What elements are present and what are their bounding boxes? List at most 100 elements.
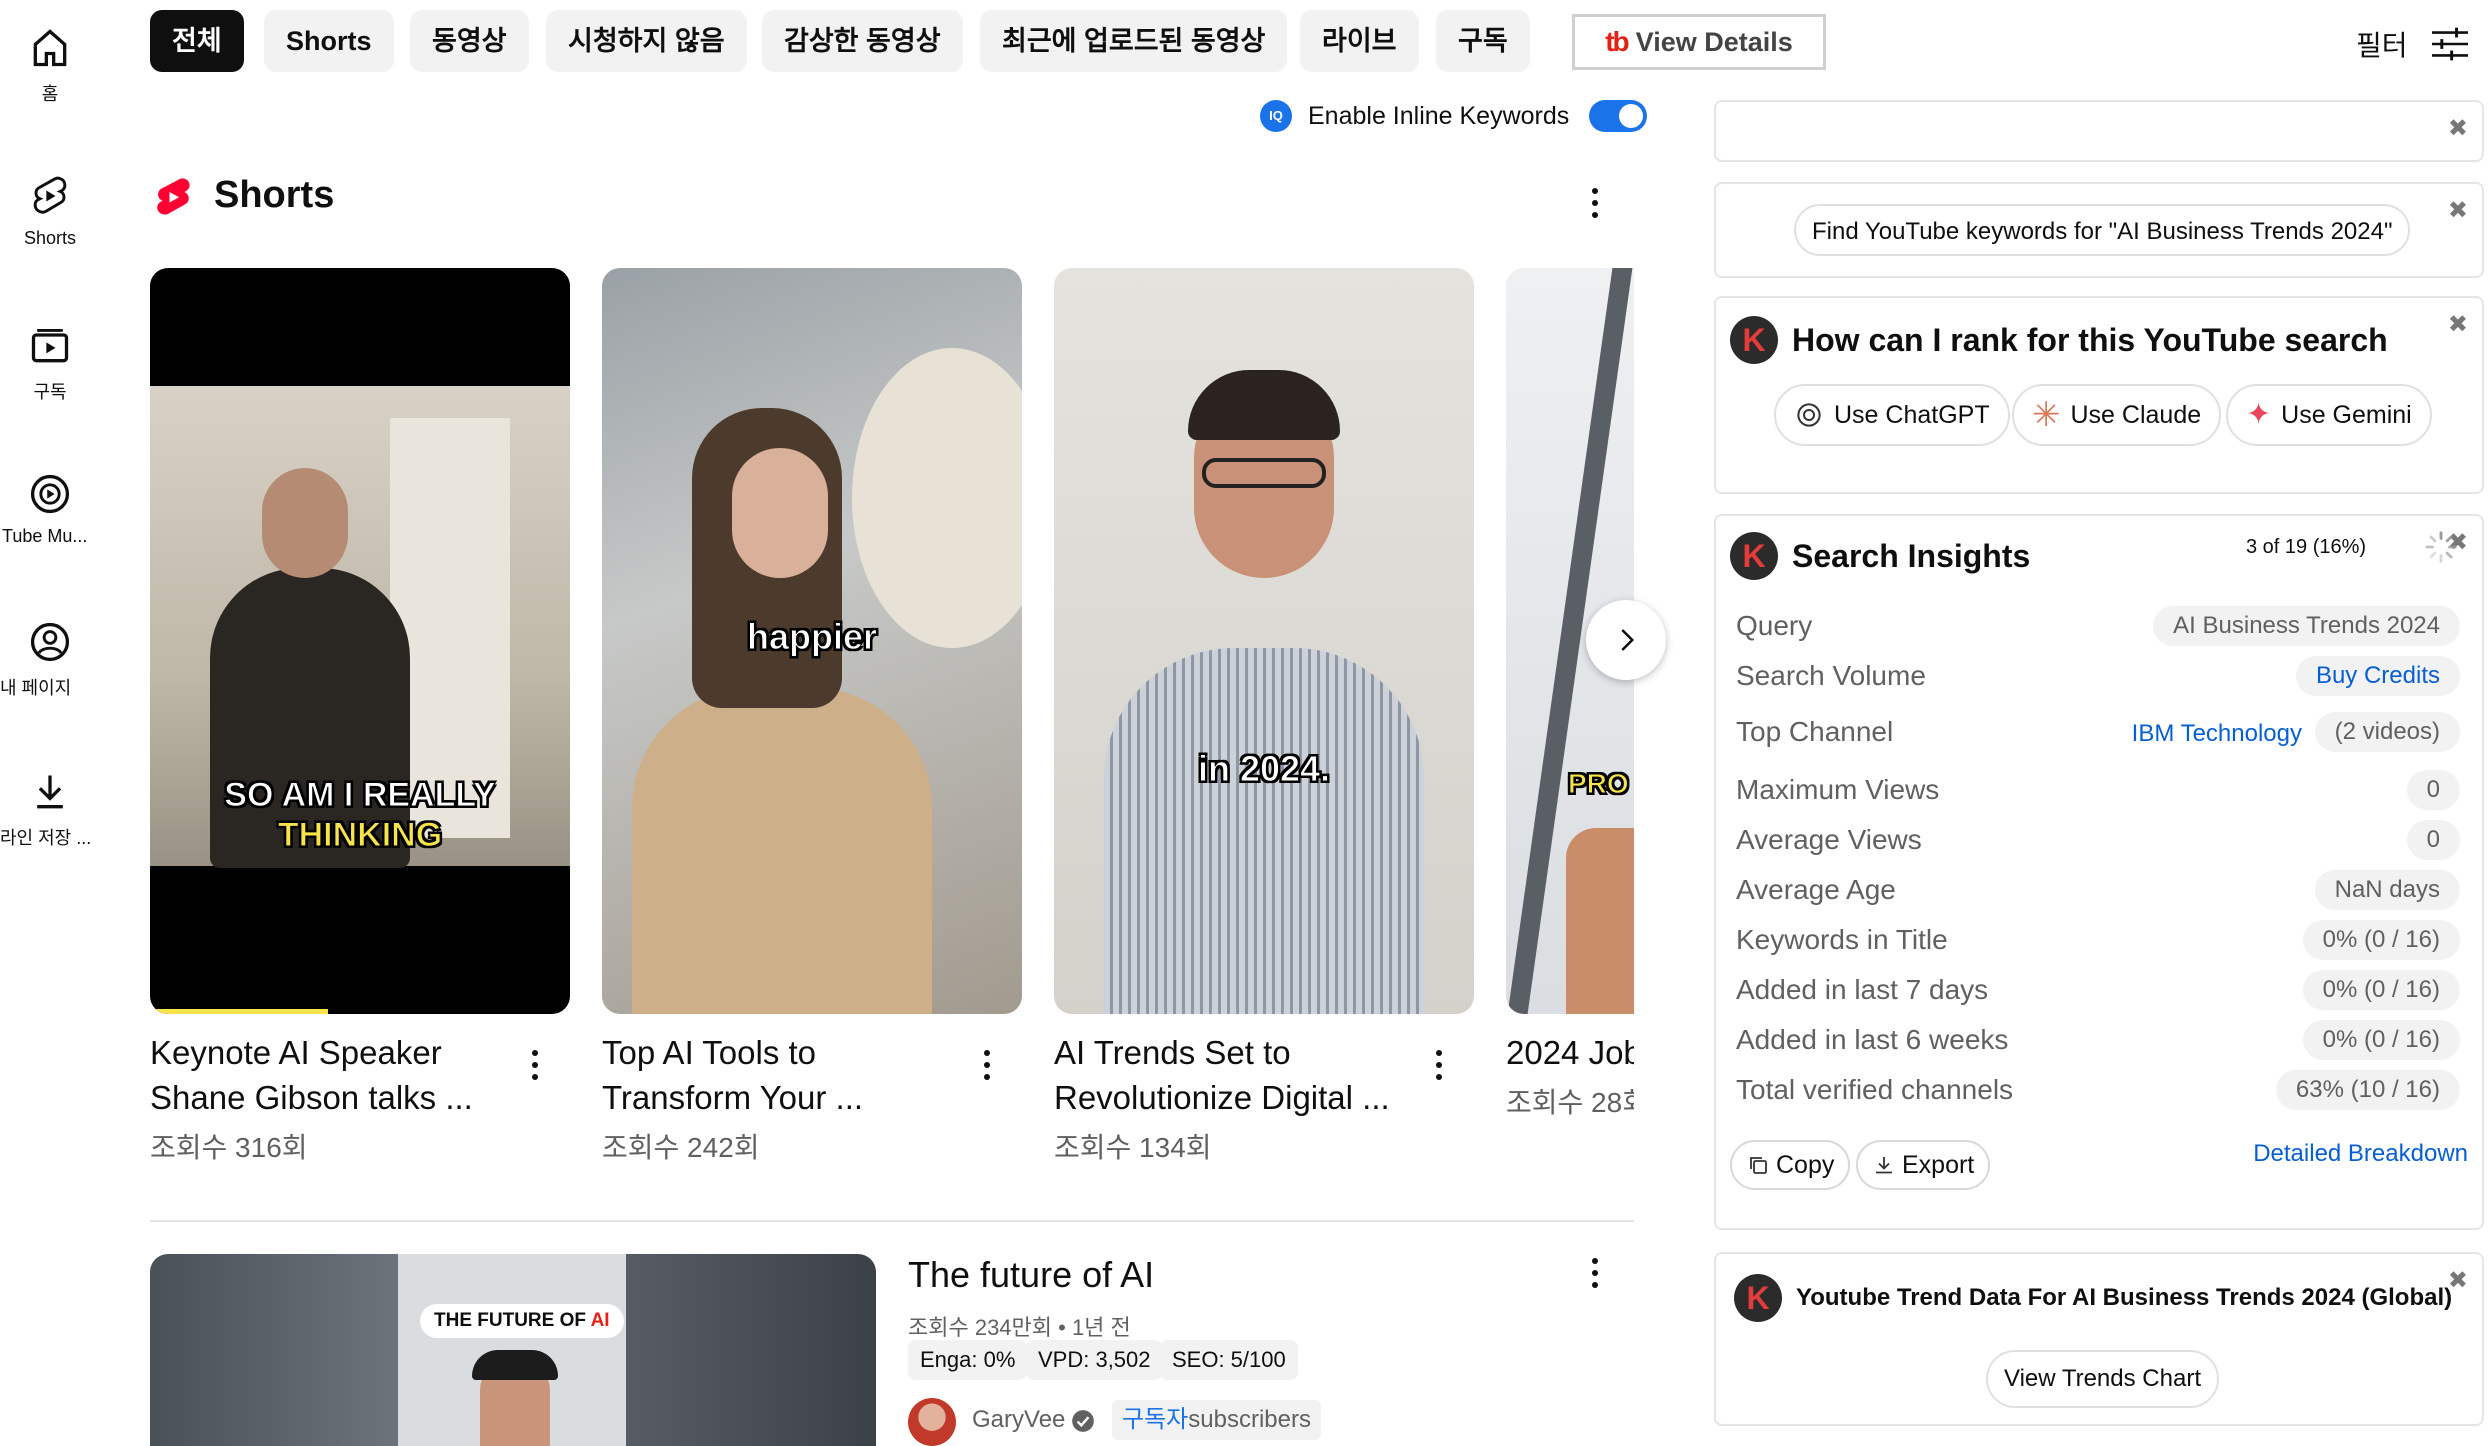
short-title-3[interactable]: AI Trends Set to Revolutionize Digital .… [1054,1030,1414,1120]
loading-spinner-icon [2425,531,2457,563]
short-menu-button-1[interactable] [530,1050,540,1086]
chip-recent[interactable]: 최근에 업로드된 동영상 [980,10,1288,72]
short-caption-4: PRO [1568,768,1630,800]
view-details-label: View Details [1635,26,1793,57]
chip-watched[interactable]: 감상한 동영상 [762,10,963,72]
close-icon[interactable]: ✖ [2448,310,2468,339]
account-icon [30,622,70,662]
section-divider [150,1220,1634,1222]
chip-videos[interactable]: 동영상 [410,10,529,72]
export-label: Export [1902,1150,1975,1179]
chevron-right-icon [1621,629,1635,651]
keywords-panel: ✖ Find YouTube keywords for "AI Business… [1714,182,2484,278]
use-chatgpt-button[interactable]: Use ChatGPT [1774,384,2010,446]
top-channel-link[interactable]: IBM Technology [2132,720,2302,748]
chip-shorts[interactable]: Shorts [264,10,394,72]
nav-downloads-label: 라인 저장 ... [0,828,92,848]
short-title-2[interactable]: Top AI Tools to Transform Your ... [602,1030,962,1120]
use-claude-label: Use Claude [2070,400,2202,429]
chip-all[interactable]: 전체 [150,10,244,72]
use-gemini-label: Use Gemini [2281,400,2412,429]
nav-music[interactable]: Tube Mu... [0,472,100,547]
buy-credits-button[interactable]: Buy Credits [2295,656,2460,696]
subscriptions-icon [31,328,69,363]
insight-label-keywords-title: Keywords in Title [1736,924,1948,955]
shorts-next-button[interactable] [1586,600,1666,680]
short-title-4[interactable]: 2024 Job Trends U [1506,1030,1634,1075]
view-details-button[interactable]: tb View Details [1572,14,1826,70]
copy-button[interactable]: Copy [1730,1140,1851,1190]
nav-account[interactable]: 내 페이지 [0,620,100,700]
k-logo-icon: K [1734,1274,1782,1322]
export-button[interactable]: Export [1856,1140,1991,1190]
insights-title: Search Insights [1792,538,2031,574]
find-keywords-button[interactable]: Find YouTube keywords for "AI Business T… [1794,204,2411,256]
insight-label-verified: Total verified channels [1736,1074,2014,1105]
insight-label-max-views: Maximum Views [1736,774,1940,805]
short-caption-2: happier [746,616,878,658]
channel-name[interactable]: GaryVee [972,1406,1065,1434]
view-trends-chart-button[interactable]: View Trends Chart [1986,1350,2219,1408]
nav-subscriptions[interactable]: 구독 [0,324,100,404]
trends-panel: ✖ K Youtube Trend Data For AI Business T… [1714,1252,2484,1426]
short-views-1: 조회수 316회 [150,1132,308,1163]
short-title-1[interactable]: Keynote AI Speaker Shane Gibson talks ..… [150,1030,510,1120]
short-caption-1a: SO AM I REALLY [224,776,496,815]
short-caption-1b: THINKING [277,816,443,855]
short-menu-button-3[interactable] [1434,1050,1444,1086]
subscriber-label-ko: 구독자 [1122,1406,1189,1433]
nav-downloads[interactable]: 라인 저장 ... [0,770,100,850]
detailed-breakdown-link[interactable]: Detailed Breakdown [2253,1140,2468,1168]
short-menu-button-2[interactable] [982,1050,992,1086]
video-tag-vpd: VPD: 3,502 [1026,1340,1163,1380]
video-thumb-caption-b: AI [590,1310,610,1331]
download-icon [37,775,63,809]
insight-value-top-channel: (2 videos) [2314,712,2460,752]
short-thumbnail-1[interactable]: SO AM I REALLY THINKING [150,268,570,1014]
insight-value-last-6-weeks: 0% (0 / 16) [2302,1020,2460,1060]
chip-subscribed[interactable]: 구독 [1436,10,1530,72]
extension-empty-panel: ✖ [1714,100,2484,162]
video-title[interactable]: The future of AI [908,1254,1154,1296]
nav-home-label: 홈 [41,84,59,104]
chip-unwatched[interactable]: 시청하지 않음 [546,10,747,72]
short-caption-3: in 2024. [1197,748,1331,790]
nav-shorts[interactable]: Shorts [0,174,100,249]
filter-button[interactable]: 필터 [2356,24,2470,64]
shorts-icon [33,176,67,214]
nav-account-label: 내 페이지 [0,678,72,698]
home-icon [33,29,67,67]
filter-label: 필터 [2356,30,2408,61]
shorts-section-menu-button[interactable] [1590,188,1600,224]
channel-avatar[interactable] [908,1398,956,1446]
close-icon[interactable]: ✖ [2448,196,2468,225]
chatgpt-icon [1797,403,1821,427]
shorts-logo-icon [157,178,190,215]
short-thumbnail-2[interactable]: happier [602,268,1022,1014]
chip-live[interactable]: 라이브 [1300,10,1419,72]
inline-keywords-toggle[interactable] [1589,100,1648,132]
short-thumbnail-3[interactable]: in 2024. [1054,268,1474,1014]
nav-music-label: Tube Mu... [2,526,88,546]
insights-progress: 3 of 19 (16%) [2246,536,2367,558]
nav-home[interactable]: 홈 [0,26,100,106]
insight-label-last-6-weeks: Added in last 6 weeks [1736,1024,2009,1055]
copy-label: Copy [1776,1150,1835,1179]
use-gemini-button[interactable]: ✦ Use Gemini [2226,384,2432,446]
video-menu-button[interactable] [1590,1258,1600,1294]
trends-title: Youtube Trend Data For AI Business Trend… [1796,1284,2453,1311]
rank-panel-title: How can I rank for this YouTube search [1792,322,2388,358]
inline-keywords-row: IQ Enable Inline Keywords [1260,100,1648,132]
insight-value-query: AI Business Trends 2024 [2153,606,2460,646]
close-icon[interactable]: ✖ [2448,114,2468,143]
video-thumbnail[interactable]: THE FUTURE OF AI [150,1254,876,1446]
use-claude-button[interactable]: ✳ Use Claude [2012,384,2222,446]
copy-icon [1750,1157,1767,1174]
insight-label-query: Query [1736,610,1813,641]
nav-shorts-label: Shorts [23,228,77,248]
rank-panel: ✖ K How can I rank for this YouTube sear… [1714,296,2484,494]
video-thumb-caption: THE FUTURE OF AI [420,1304,624,1338]
insight-label-avg-views: Average Views [1736,824,1922,855]
subscriber-label-en: subscribers [1188,1406,1311,1433]
video-thumb-caption-a: THE FUTURE OF [434,1310,586,1331]
